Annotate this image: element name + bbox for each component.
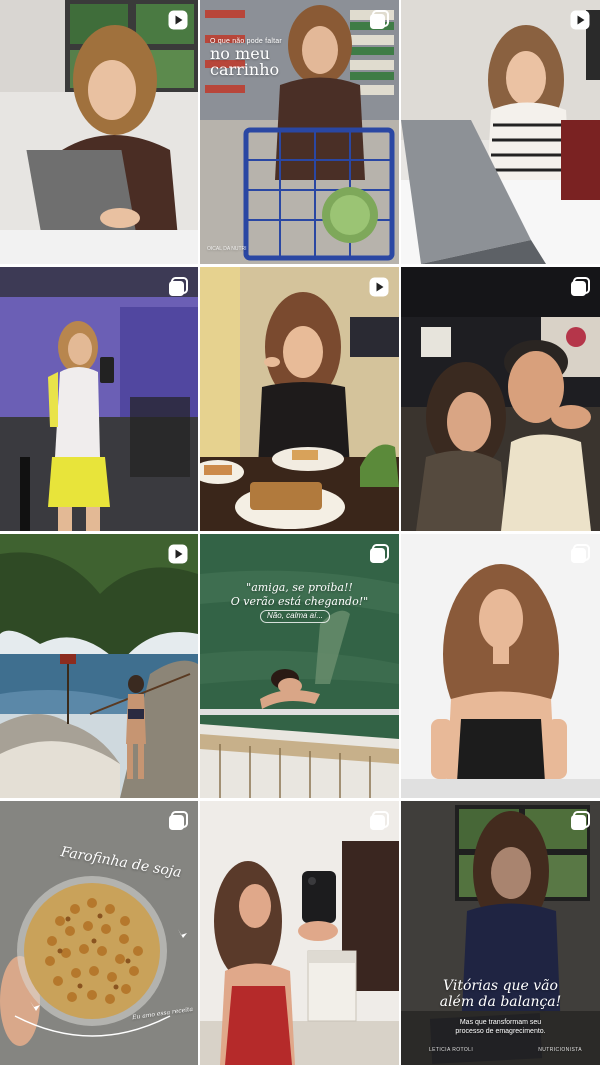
post-thumbnail xyxy=(0,0,198,264)
carousel-icon xyxy=(368,810,390,832)
post-caption-author: LETICIA ROTOLI xyxy=(429,1046,474,1053)
post-caption-title: Vitórias que vão além da balança! xyxy=(401,978,600,1010)
post-caption-title-line: Vitórias que vão xyxy=(443,978,558,994)
post-caption-title-line: carrinho xyxy=(210,60,280,79)
post-caption-subtitle-line: processo de emagrecimento. xyxy=(455,1027,546,1035)
post-caption-line: "amiga, se proiba!! xyxy=(246,581,353,594)
post-tile-10[interactable]: Farofinha de soja Eu amo essa receita xyxy=(0,801,198,1065)
post-tile-6[interactable] xyxy=(401,267,600,531)
post-tile-4[interactable] xyxy=(0,267,198,531)
play-reel-icon xyxy=(569,9,591,31)
post-caption-handle: OICAL DA NUTRI xyxy=(207,245,247,252)
post-caption-subtitle-line: Mas que transformam seu xyxy=(459,1019,542,1026)
post-thumbnail xyxy=(401,267,600,531)
post-thumbnail xyxy=(401,0,600,264)
post-tile-11[interactable] xyxy=(200,801,399,1065)
carousel-icon xyxy=(368,543,390,565)
post-tile-5[interactable] xyxy=(200,267,399,531)
post-thumbnail xyxy=(200,801,399,1065)
play-reel-icon xyxy=(368,276,390,298)
play-reel-icon xyxy=(167,9,189,31)
post-thumbnail xyxy=(200,267,399,531)
post-thumbnail xyxy=(0,534,198,798)
post-tile-7[interactable] xyxy=(0,534,198,798)
post-tile-3[interactable] xyxy=(401,0,600,264)
carousel-icon xyxy=(569,810,591,832)
post-tile-2[interactable]: O que não pode faltar no meu carrinho OI… xyxy=(200,0,399,264)
carousel-icon xyxy=(167,276,189,298)
post-tile-8[interactable]: "amiga, se proiba!! O verão está chegand… xyxy=(200,534,399,798)
post-caption-line: O verão está chegando!" xyxy=(230,595,369,608)
post-caption-pill: Não, calma aí... xyxy=(260,610,331,623)
play-reel-icon xyxy=(167,543,189,565)
post-caption-subtitle: Mas que transformam seu processo de emag… xyxy=(401,1019,600,1037)
carousel-icon xyxy=(368,9,390,31)
carousel-icon xyxy=(569,543,591,565)
carousel-icon xyxy=(569,276,591,298)
post-tile-1[interactable] xyxy=(0,0,198,264)
post-thumbnail xyxy=(401,534,600,798)
post-caption-title: no meu carrinho xyxy=(210,46,279,78)
post-tile-12[interactable]: Vitórias que vão além da balança! Mas qu… xyxy=(401,801,600,1065)
profile-post-grid: O que não pode faltar no meu carrinho OI… xyxy=(0,0,600,1066)
post-tile-9[interactable] xyxy=(401,534,600,798)
post-thumbnail xyxy=(0,267,198,531)
post-thumbnail xyxy=(200,534,399,798)
post-caption-role: NUTRICIONISTA xyxy=(538,1046,582,1053)
post-thumbnail xyxy=(0,801,198,1065)
post-caption-title-line: além da balança! xyxy=(439,994,562,1011)
carousel-icon xyxy=(167,810,189,832)
